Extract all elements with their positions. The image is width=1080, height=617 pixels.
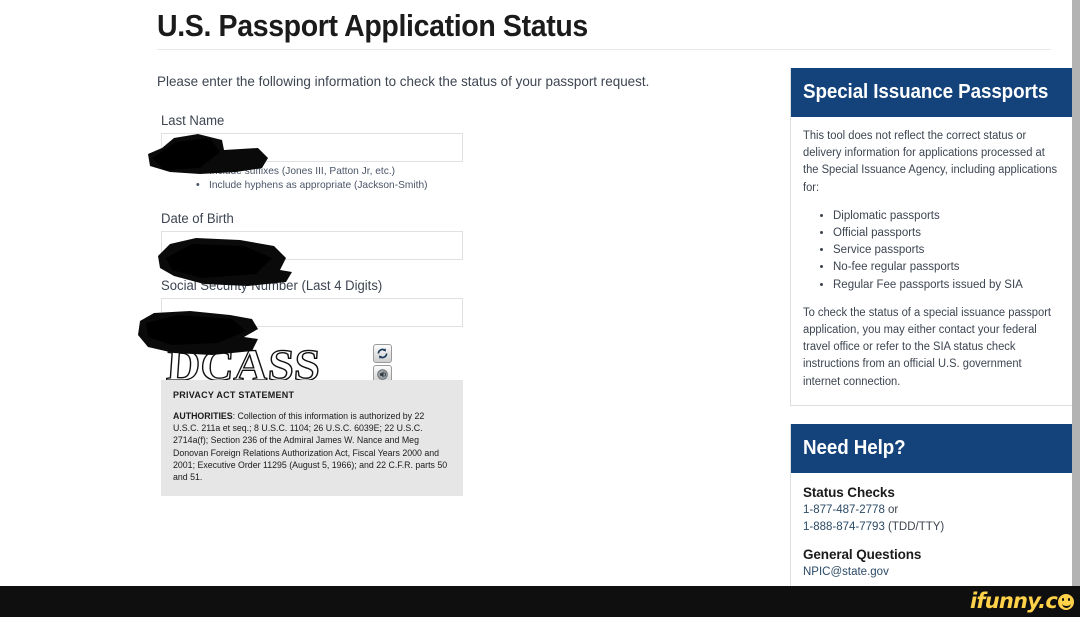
list-item: Diplomatic passports	[833, 208, 1067, 225]
list-item: Regular Fee passports issued by SIA	[833, 277, 1067, 294]
last-name-input[interactable]	[161, 133, 463, 162]
phone-suffix: or	[884, 503, 899, 516]
title-divider	[157, 49, 1051, 50]
privacy-authorities-label: AUTHORITIES	[173, 411, 233, 421]
phone-suffix-tdd: (TDD/TTY)	[884, 520, 945, 533]
hint-item: Include hyphens as appropriate (Jackson-…	[209, 179, 609, 193]
special-issuance-list: Diplomatic passports Official passports …	[803, 208, 1067, 294]
sidebar: Special Issuance Passports This tool doe…	[790, 68, 1080, 617]
main-content: U.S. Passport Application Status Please …	[157, 0, 1051, 596]
privacy-act-title: PRIVACY ACT STATEMENT	[173, 390, 295, 400]
special-issuance-intro: This tool does not reflect the correct s…	[803, 130, 1058, 194]
intro-text: Please enter the following information t…	[157, 73, 650, 89]
special-issuance-title: Special Issuance Passports	[803, 81, 1049, 103]
general-questions-heading: General Questions	[803, 546, 922, 562]
phone-link-primary[interactable]: 1-877-487-2778	[803, 504, 885, 516]
last-name-label: Last Name	[161, 113, 225, 128]
need-help-title: Need Help?	[803, 436, 906, 459]
list-item: No-fee regular passports	[833, 259, 1067, 276]
status-checks-heading: Status Checks	[803, 484, 895, 500]
status-checks-line-1: 1-877-487-2778 or	[803, 502, 1067, 519]
page-title: U.S. Passport Application Status	[157, 8, 588, 43]
list-item: Service passports	[833, 242, 1067, 259]
refresh-icon[interactable]	[373, 344, 392, 363]
status-checks-line-2: 1-888-874-7793 (TDD/TTY)	[803, 519, 1067, 536]
passport-status-page: U.S. Passport Application Status Please …	[0, 0, 1080, 617]
date-of-birth-label: Date of Birth	[161, 211, 234, 226]
need-help-header: Need Help?	[791, 423, 1079, 473]
smiley-face-icon	[1058, 594, 1074, 610]
bottom-bar: ifunny.c	[0, 586, 1080, 617]
general-questions-line: NPIC@state.gov	[803, 564, 1067, 581]
hint-item: Include suffixes (Jones III, Patton Jr, …	[209, 165, 609, 179]
field-date-of-birth: Date of Birth	[161, 210, 621, 260]
last-name-hints: Include suffixes (Jones III, Patton Jr, …	[161, 165, 621, 192]
date-of-birth-input[interactable]	[161, 231, 463, 260]
special-issuance-outro: To check the status of a special issuanc…	[803, 306, 1052, 388]
privacy-act-statement: PRIVACY ACT STATEMENT AUTHORITIES: Colle…	[161, 380, 463, 496]
special-issuance-body: This tool does not reflect the correct s…	[791, 117, 1079, 405]
field-last-name: Last Name Include suffixes (Jones III, P…	[161, 112, 621, 192]
privacy-authorities-text: : Collection of this information is auth…	[173, 411, 448, 483]
special-issuance-card: Special Issuance Passports This tool doe…	[790, 68, 1080, 406]
ssn-label: Social Security Number (Last 4 Digits)	[161, 278, 383, 293]
ssn-input[interactable]	[161, 298, 463, 327]
email-link-npic[interactable]: NPIC@state.gov	[803, 566, 889, 578]
ifunny-watermark: ifunny.c	[970, 588, 1074, 614]
privacy-act-body: AUTHORITIES: Collection of this informat…	[173, 410, 451, 483]
field-ssn: Social Security Number (Last 4 Digits)	[161, 277, 621, 327]
phone-link-tdd[interactable]: 1-888-874-7793	[803, 521, 885, 533]
watermark-text: ifunny.c	[970, 589, 1058, 613]
list-item: Official passports	[833, 225, 1067, 242]
special-issuance-header: Special Issuance Passports	[791, 68, 1079, 117]
scrollbar-track[interactable]	[1072, 0, 1080, 596]
